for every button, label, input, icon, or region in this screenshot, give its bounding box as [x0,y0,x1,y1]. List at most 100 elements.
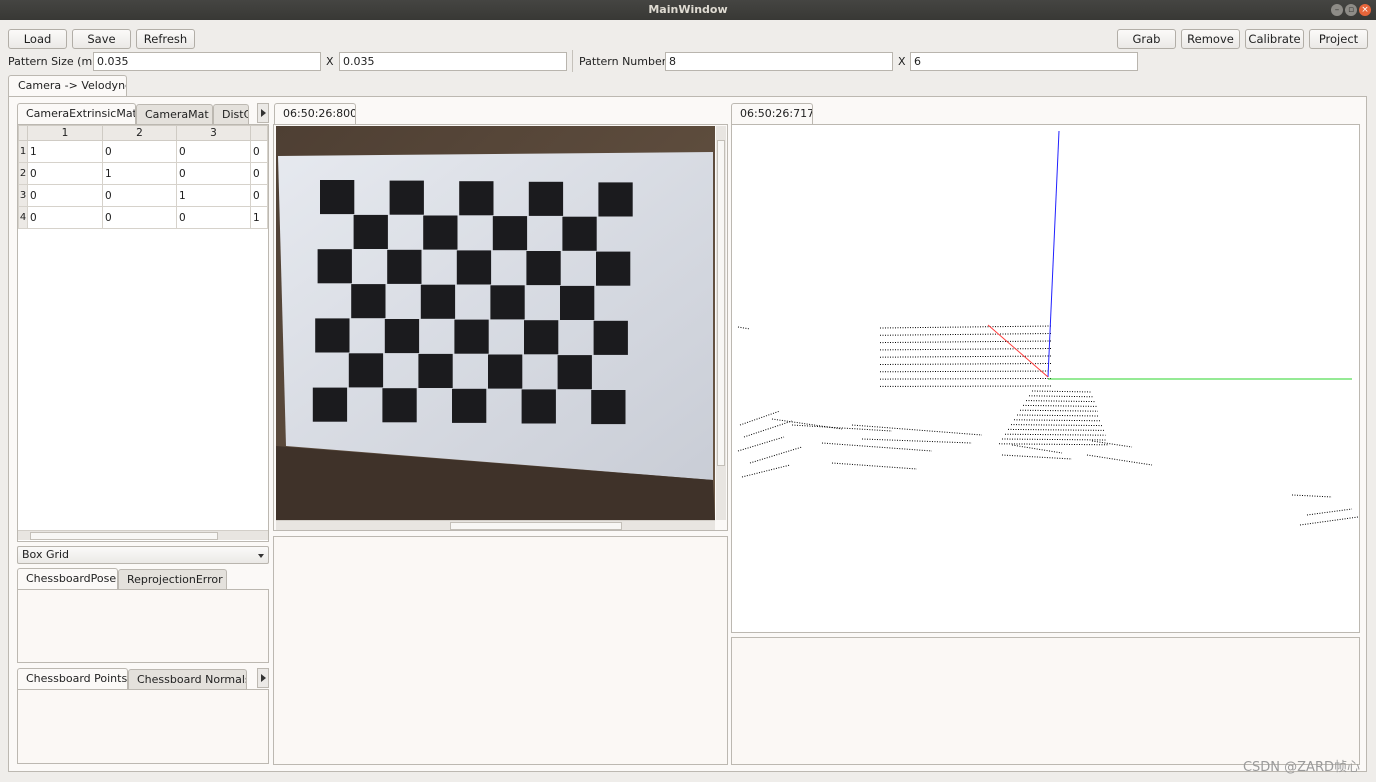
tab-chessboard-points[interactable]: Chessboard Points [17,668,128,690]
checker-square [492,216,528,251]
table-cell[interactable]: 0 [250,140,268,163]
checker-square [353,214,388,249]
ground-scan-line [1010,424,1103,427]
table-row: 1 1 0 0 0 [18,140,268,163]
checker-square [423,215,458,250]
checker-square [387,249,422,284]
tab-camera-extrinsic-mat[interactable]: CameraExtrinsicMat [17,103,136,125]
project-button[interactable]: Project [1309,29,1368,49]
grab-button[interactable]: Grab [1117,29,1176,49]
ground-scan-line [998,443,1109,446]
table-row: 4 0 0 0 1 [18,206,268,229]
box-mode-value: Box Grid [22,548,70,561]
checker-square [526,251,561,286]
table-cell[interactable]: 0 [27,162,103,185]
table-row: 3 0 0 1 0 [18,184,268,207]
scatter-scan-line [743,420,793,438]
tab-scroll-right-icon[interactable] [257,668,269,688]
refresh-button[interactable]: Refresh [136,29,195,49]
checker-square [389,180,424,215]
checker-square [488,354,523,389]
checker-square [591,390,626,425]
checker-square [490,285,525,320]
pattern-number-x-input[interactable]: 8 [665,52,893,71]
ground-scan-line [1028,395,1094,398]
chessboard-image [276,126,715,520]
camera-image[interactable] [276,126,715,520]
ground-scan-line [1013,419,1102,422]
table-row: 2 0 1 0 0 [18,162,268,185]
checker-square [562,216,597,251]
table-cell[interactable]: 0 [176,140,251,163]
checker-square [524,320,559,355]
checker-square [596,251,631,286]
table-cell[interactable]: 0 [102,206,177,229]
maximize-icon[interactable]: ▫ [1345,4,1357,16]
table-cell[interactable]: 0 [27,206,103,229]
pattern-size-y-input[interactable]: 0.035 [339,52,567,71]
remove-button[interactable]: Remove [1181,29,1240,49]
tab-scroll-right-icon[interactable] [257,103,269,123]
checker-square [454,319,489,354]
point-cloud [737,325,1359,526]
row-header: 3 [18,184,28,207]
table-cell[interactable]: 0 [102,184,177,207]
tab-chessboard-normals[interactable]: Chessboard Normals [128,669,247,690]
checker-square [348,353,384,388]
ground-scan-line [1004,433,1106,436]
scatter-scan-line [1306,508,1353,516]
watermark: CSDN @ZARD帧心 [1242,760,1360,775]
calibrate-button[interactable]: Calibrate [1245,29,1304,49]
chevron-down-icon [258,554,264,558]
tab-chessboard-pose[interactable]: ChessboardPose [17,568,118,590]
table-cell[interactable]: 0 [27,184,103,207]
table-cell[interactable]: 0 [176,162,251,185]
camera-horizontal-scrollbar[interactable] [276,520,715,530]
board-scan-line [879,370,1053,373]
tab-lidar-timestamp[interactable]: 06:50:26:717 [731,103,813,125]
scatter-scan-line [1001,454,1073,460]
scatter-scan-line [1291,494,1333,498]
table-cell[interactable]: 0 [250,162,268,185]
camera-vertical-scrollbar[interactable] [716,126,726,520]
tab-camera-mat[interactable]: CameraMat [136,104,213,125]
checker-square [320,180,355,215]
x-axis-line [987,324,1049,378]
point-cloud-view[interactable] [732,125,1359,632]
close-icon[interactable]: × [1359,4,1371,16]
scrollbar-thumb[interactable] [450,522,622,530]
pattern-size-x-input[interactable]: 0.035 [93,52,321,71]
board-scan-line [879,340,1053,344]
tab-camera-timestamp[interactable]: 06:50:26:800 [274,103,356,125]
save-button[interactable]: Save [72,29,131,49]
scatter-scan-line [737,326,751,330]
scrollbar-thumb[interactable] [717,140,725,466]
tab-reprojection-error[interactable]: ReprojectionError [118,569,227,590]
table-cell[interactable]: 1 [250,206,268,229]
chessboard-pose-panel [17,589,269,663]
table-cell[interactable]: 1 [102,162,177,185]
ground-scan-line [1022,404,1097,407]
tab-dist-coeff[interactable]: DistC [213,104,249,125]
board-scan-line [879,363,1053,365]
toolbar-divider [572,50,573,72]
matrix-horizontal-scrollbar[interactable] [18,530,268,540]
pattern-number-y-input[interactable]: 6 [910,52,1138,71]
tab-camera-velodyne[interactable]: Camera -> Velodyne [8,75,127,97]
row-header: 1 [18,140,28,163]
box-mode-select[interactable]: Box Grid [17,546,269,564]
scrollbar-thumb[interactable] [30,532,218,540]
checker-square [452,388,487,423]
table-corner [18,125,28,141]
minimize-icon[interactable]: – [1331,4,1343,16]
table-cell[interactable]: 0 [250,184,268,207]
table-cell[interactable]: 1 [27,140,103,163]
table-cell[interactable]: 1 [176,184,251,207]
load-button[interactable]: Load [8,29,67,49]
column-header [250,125,268,141]
table-cell[interactable]: 0 [102,140,177,163]
table-cell[interactable]: 0 [176,206,251,229]
title-bar: MainWindow – ▫ × [0,0,1376,20]
checker-square [557,355,592,390]
scatter-scan-line [1011,444,1063,454]
